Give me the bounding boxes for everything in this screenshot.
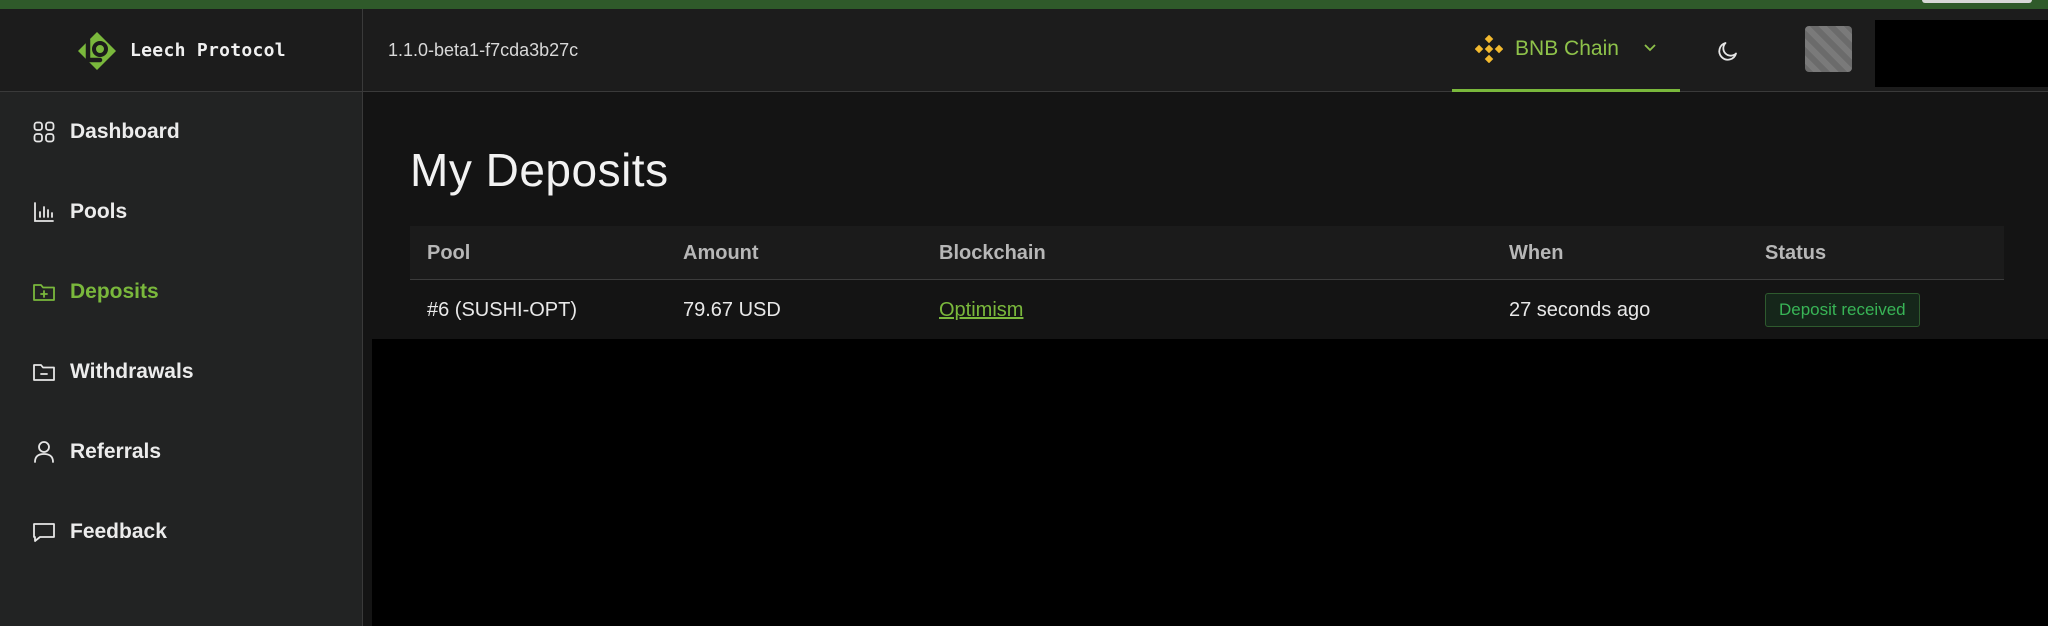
bar-chart-icon — [32, 200, 56, 224]
brand[interactable]: Leech Protocol — [0, 9, 363, 92]
folder-minus-icon — [32, 360, 56, 384]
sidebar-item-deposits[interactable]: Deposits — [32, 272, 159, 312]
cell-when: 27 seconds ago — [1509, 298, 1651, 321]
redacted-area — [372, 339, 2048, 626]
sidebar-item-label: Pools — [70, 200, 128, 223]
column-header-blockchain[interactable]: Blockchain — [939, 226, 1046, 280]
column-header-status[interactable]: Status — [1765, 226, 1826, 280]
user-icon — [32, 440, 56, 464]
table-row[interactable]: #6 (SUSHI-OPT) 79.67 USD Optimism 27 sec… — [410, 280, 2004, 340]
brand-name: Leech Protocol — [130, 40, 286, 61]
status-badge: Deposit received — [1765, 293, 1920, 327]
message-square-icon — [32, 520, 56, 544]
moon-icon — [1718, 42, 1737, 61]
bnb-chain-icon — [1475, 35, 1504, 63]
column-header-amount[interactable]: Amount — [683, 226, 759, 280]
top-pill — [1922, 0, 2032, 3]
leech-logo-icon — [78, 31, 117, 70]
redacted-area — [1875, 20, 2048, 87]
cell-amount: 79.67 USD — [683, 298, 781, 321]
sidebar-item-label: Dashboard — [70, 120, 180, 143]
sidebar-item-label: Feedback — [70, 520, 167, 543]
dashboard-grid-icon — [32, 120, 56, 144]
sidebar-item-withdrawals[interactable]: Withdrawals — [32, 352, 194, 392]
cell-status: Deposit received — [1765, 280, 1920, 340]
blockchain-link[interactable]: Optimism — [939, 299, 1023, 322]
sidebar-item-feedback[interactable]: Feedback — [32, 512, 167, 552]
page-title: My Deposits — [410, 144, 669, 196]
column-header-pool[interactable]: Pool — [427, 226, 470, 280]
sidebar-item-label: Referrals — [70, 440, 162, 463]
deposits-table: Pool Amount Blockchain When Status #6 (S… — [410, 226, 2004, 340]
chain-label: BNB Chain — [1515, 37, 1619, 60]
cell-pool: #6 (SUSHI-OPT) — [427, 298, 578, 321]
theme-toggle-button[interactable] — [1712, 35, 1744, 67]
table-header: Pool Amount Blockchain When Status — [410, 226, 2004, 280]
sidebar-item-pools[interactable]: Pools — [32, 192, 127, 232]
app-version: 1.1.0-beta1-f7cda3b27c — [388, 40, 579, 60]
folder-plus-icon — [32, 280, 56, 304]
avatar[interactable] — [1805, 26, 1852, 72]
sidebar-item-label: Withdrawals — [70, 360, 194, 383]
sidebar: Dashboard Pools Deposits Withdrawals Ref… — [0, 92, 363, 626]
cell-blockchain: Optimism — [939, 280, 1023, 340]
sidebar-item-referrals[interactable]: Referrals — [32, 432, 161, 472]
top-header: Leech Protocol 1.1.0-beta1-f7cda3b27c BN… — [0, 9, 2048, 92]
column-header-when[interactable]: When — [1509, 226, 1563, 280]
browser-top-stripe — [0, 0, 2048, 9]
chain-selector[interactable]: BNB Chain — [1452, 9, 1680, 92]
chevron-down-icon — [1643, 40, 1657, 58]
sidebar-item-label: Deposits — [70, 280, 159, 303]
sidebar-item-dashboard[interactable]: Dashboard — [32, 112, 180, 152]
